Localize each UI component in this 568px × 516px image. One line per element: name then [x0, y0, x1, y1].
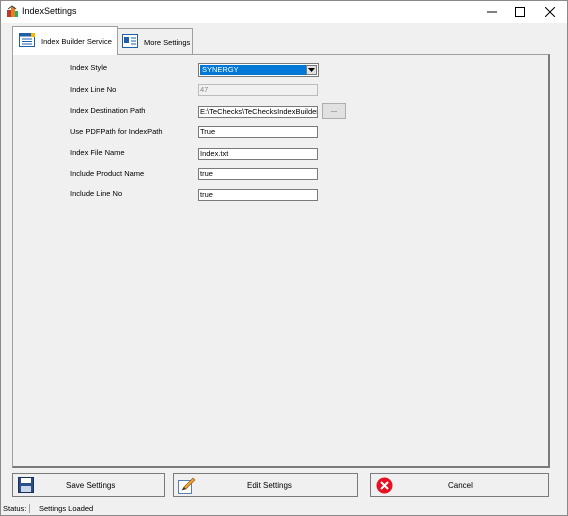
status-text: Settings Loaded: [39, 504, 94, 513]
close-button[interactable]: [535, 1, 565, 23]
settings-panel: Index Style SYNERGY Index Line No 47 Ind…: [12, 54, 550, 468]
tab-label: More Settings: [144, 37, 191, 47]
cancel-x-circle-icon: [376, 477, 393, 496]
tab-label: Index Builder Service: [41, 36, 112, 46]
close-icon: [545, 7, 555, 17]
index-file-name-label: Index File Name: [70, 148, 125, 157]
status-label: Status:: [3, 504, 31, 513]
dropdown-arrow-button[interactable]: [306, 65, 317, 75]
settings-card-icon: [122, 34, 138, 50]
index-style-label: Index Style: [70, 63, 108, 72]
save-disk-icon: [18, 477, 34, 495]
cancel-label: Cancel: [448, 481, 473, 490]
tab-index-builder-service[interactable]: Index Builder Service: [12, 26, 118, 55]
edit-pencil-icon: [178, 477, 196, 496]
index-destination-path-field[interactable]: E:\TeChecks\TeChecksIndexBuilder\: [198, 106, 318, 118]
index-settings-window: IndexSettings Index Builder Service More…: [0, 0, 568, 516]
cancel-button[interactable]: Cancel: [370, 473, 549, 497]
include-product-name-field[interactable]: true: [198, 168, 318, 180]
tab-more-settings[interactable]: More Settings: [117, 28, 193, 55]
include-line-no-label: Include Line No: [70, 189, 123, 198]
browse-button[interactable]: ...: [322, 103, 346, 119]
chevron-down-icon: [308, 68, 315, 72]
index-destination-path-label: Index Destination Path: [70, 106, 146, 115]
index-style-dropdown[interactable]: SYNERGY: [198, 63, 319, 77]
use-pdfpath-label: Use PDFPath for IndexPath: [70, 127, 163, 136]
save-settings-label: Save Settings: [66, 481, 116, 490]
include-line-no-field[interactable]: true: [198, 189, 318, 201]
status-bar: Status: Settings Loaded: [1, 503, 567, 515]
title-bar: IndexSettings: [1, 1, 567, 23]
index-file-name-field[interactable]: Index.txt: [198, 148, 318, 160]
minimize-button[interactable]: [477, 1, 507, 23]
list-document-icon: [19, 33, 35, 49]
include-product-name-label: Include Product Name: [70, 169, 145, 178]
save-settings-button[interactable]: Save Settings: [12, 473, 165, 497]
edit-settings-label: Edit Settings: [247, 481, 292, 490]
index-style-value: SYNERGY: [200, 65, 306, 75]
window-title: IndexSettings: [22, 6, 77, 16]
minimize-icon: [487, 11, 497, 13]
index-line-no-label: Index Line No: [70, 85, 117, 94]
edit-settings-button[interactable]: Edit Settings: [173, 473, 358, 497]
index-line-no-field[interactable]: 47: [198, 84, 318, 96]
app-icon: [6, 5, 19, 18]
maximize-button[interactable]: [505, 1, 535, 23]
maximize-icon: [515, 7, 525, 17]
use-pdfpath-field[interactable]: True: [198, 126, 318, 138]
